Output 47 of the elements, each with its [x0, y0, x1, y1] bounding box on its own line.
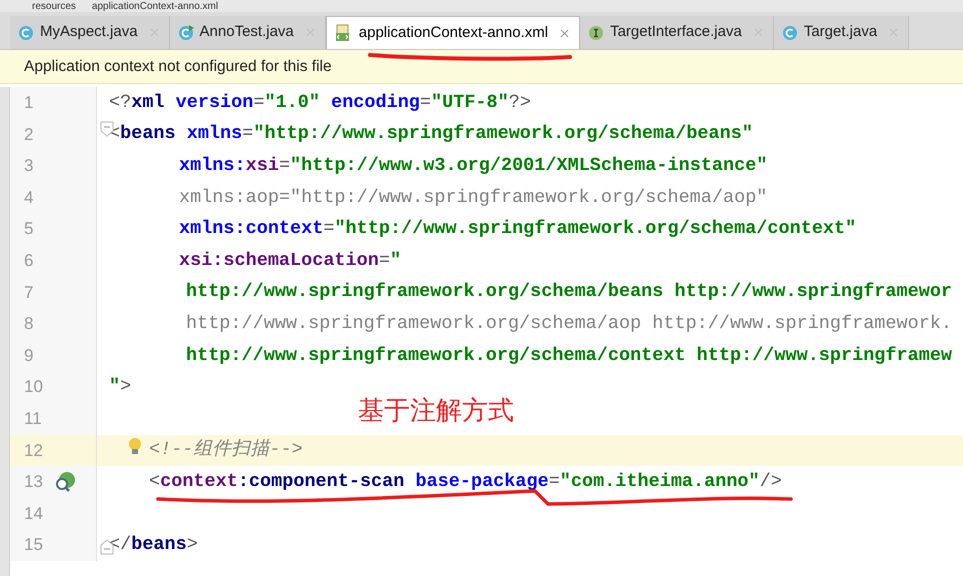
code-line: ">: [109, 375, 132, 400]
annotation-text: 基于注解方式: [358, 394, 514, 427]
line-number: 1: [24, 92, 34, 114]
bean-search-icon[interactable]: [54, 471, 76, 494]
line-number: 15: [24, 534, 43, 556]
editor-tab[interactable]: AnnoTest.java: [170, 16, 326, 49]
editor-tab[interactable]: TargetInterface.java: [580, 16, 774, 49]
line-number: 12: [24, 440, 43, 462]
code-line: xmlns:xsi="http://www.w3.org/2001/XMLSchema-instance": [179, 154, 768, 178]
code-line: xmlns:context="http://www.springframework.org/schema/context": [179, 217, 856, 242]
line-number: 3: [24, 155, 34, 178]
code-line: http://www.springframework.org/schema/aop http://www.springframework.: [186, 312, 952, 336]
code-line: http://www.springframework.org/schema/context http://www.springframew: [186, 344, 952, 368]
editor-tab[interactable]: Target.java: [774, 16, 910, 49]
close-icon[interactable]: [558, 26, 572, 40]
line-number: 4: [24, 186, 34, 209]
code-line: <!--组件扫描-->: [149, 438, 303, 462]
editor-tab[interactable]: applicationContext-anno.xml: [326, 16, 580, 49]
tab-label: TargetInterface.java: [610, 22, 742, 42]
banner-text: Application context not configured for this file: [24, 56, 332, 77]
breadcrumb-item[interactable]: resources: [32, 1, 76, 12]
line-number: 14: [24, 502, 43, 525]
tab-label: MyAspect.java: [40, 22, 138, 42]
line-number: 5: [24, 218, 34, 240]
line-number: 2: [24, 124, 34, 146]
tab-label: Target.java: [804, 22, 878, 42]
line-number: 7: [24, 282, 34, 304]
class-icon: [782, 24, 798, 40]
interface-icon: [588, 24, 604, 40]
tab-label: applicationContext-anno.xml: [358, 22, 548, 43]
class-icon: [18, 24, 34, 40]
line-number: 10: [24, 376, 43, 398]
editor-tab[interactable]: MyAspect.java: [10, 16, 170, 49]
breadcrumb-item[interactable]: applicationContext-anno.xml: [92, 1, 218, 12]
code-line: http://www.springframework.org/schema/beans http://www.springframewor: [186, 280, 952, 304]
line-number: 11: [24, 408, 42, 430]
lightbulb-icon[interactable]: [128, 436, 142, 457]
code-line: <?xml version="1.0" encoding="UTF-8"?>: [109, 90, 531, 115]
code-line: <context:component-scan base-package="com.itheima.anno"/>: [149, 470, 782, 494]
tab-label: AnnoTest.java: [200, 22, 294, 42]
line-number: 6: [24, 250, 34, 272]
runnable-class-icon: [178, 24, 194, 40]
code-line: xsi:schemaLocation=": [179, 248, 402, 273]
line-number: 8: [24, 313, 34, 336]
code-line: xmlns:aop="http://www.springframework.org/schema/aop": [179, 186, 768, 210]
line-number: 13: [24, 471, 43, 494]
line-number: 9: [24, 344, 34, 367]
